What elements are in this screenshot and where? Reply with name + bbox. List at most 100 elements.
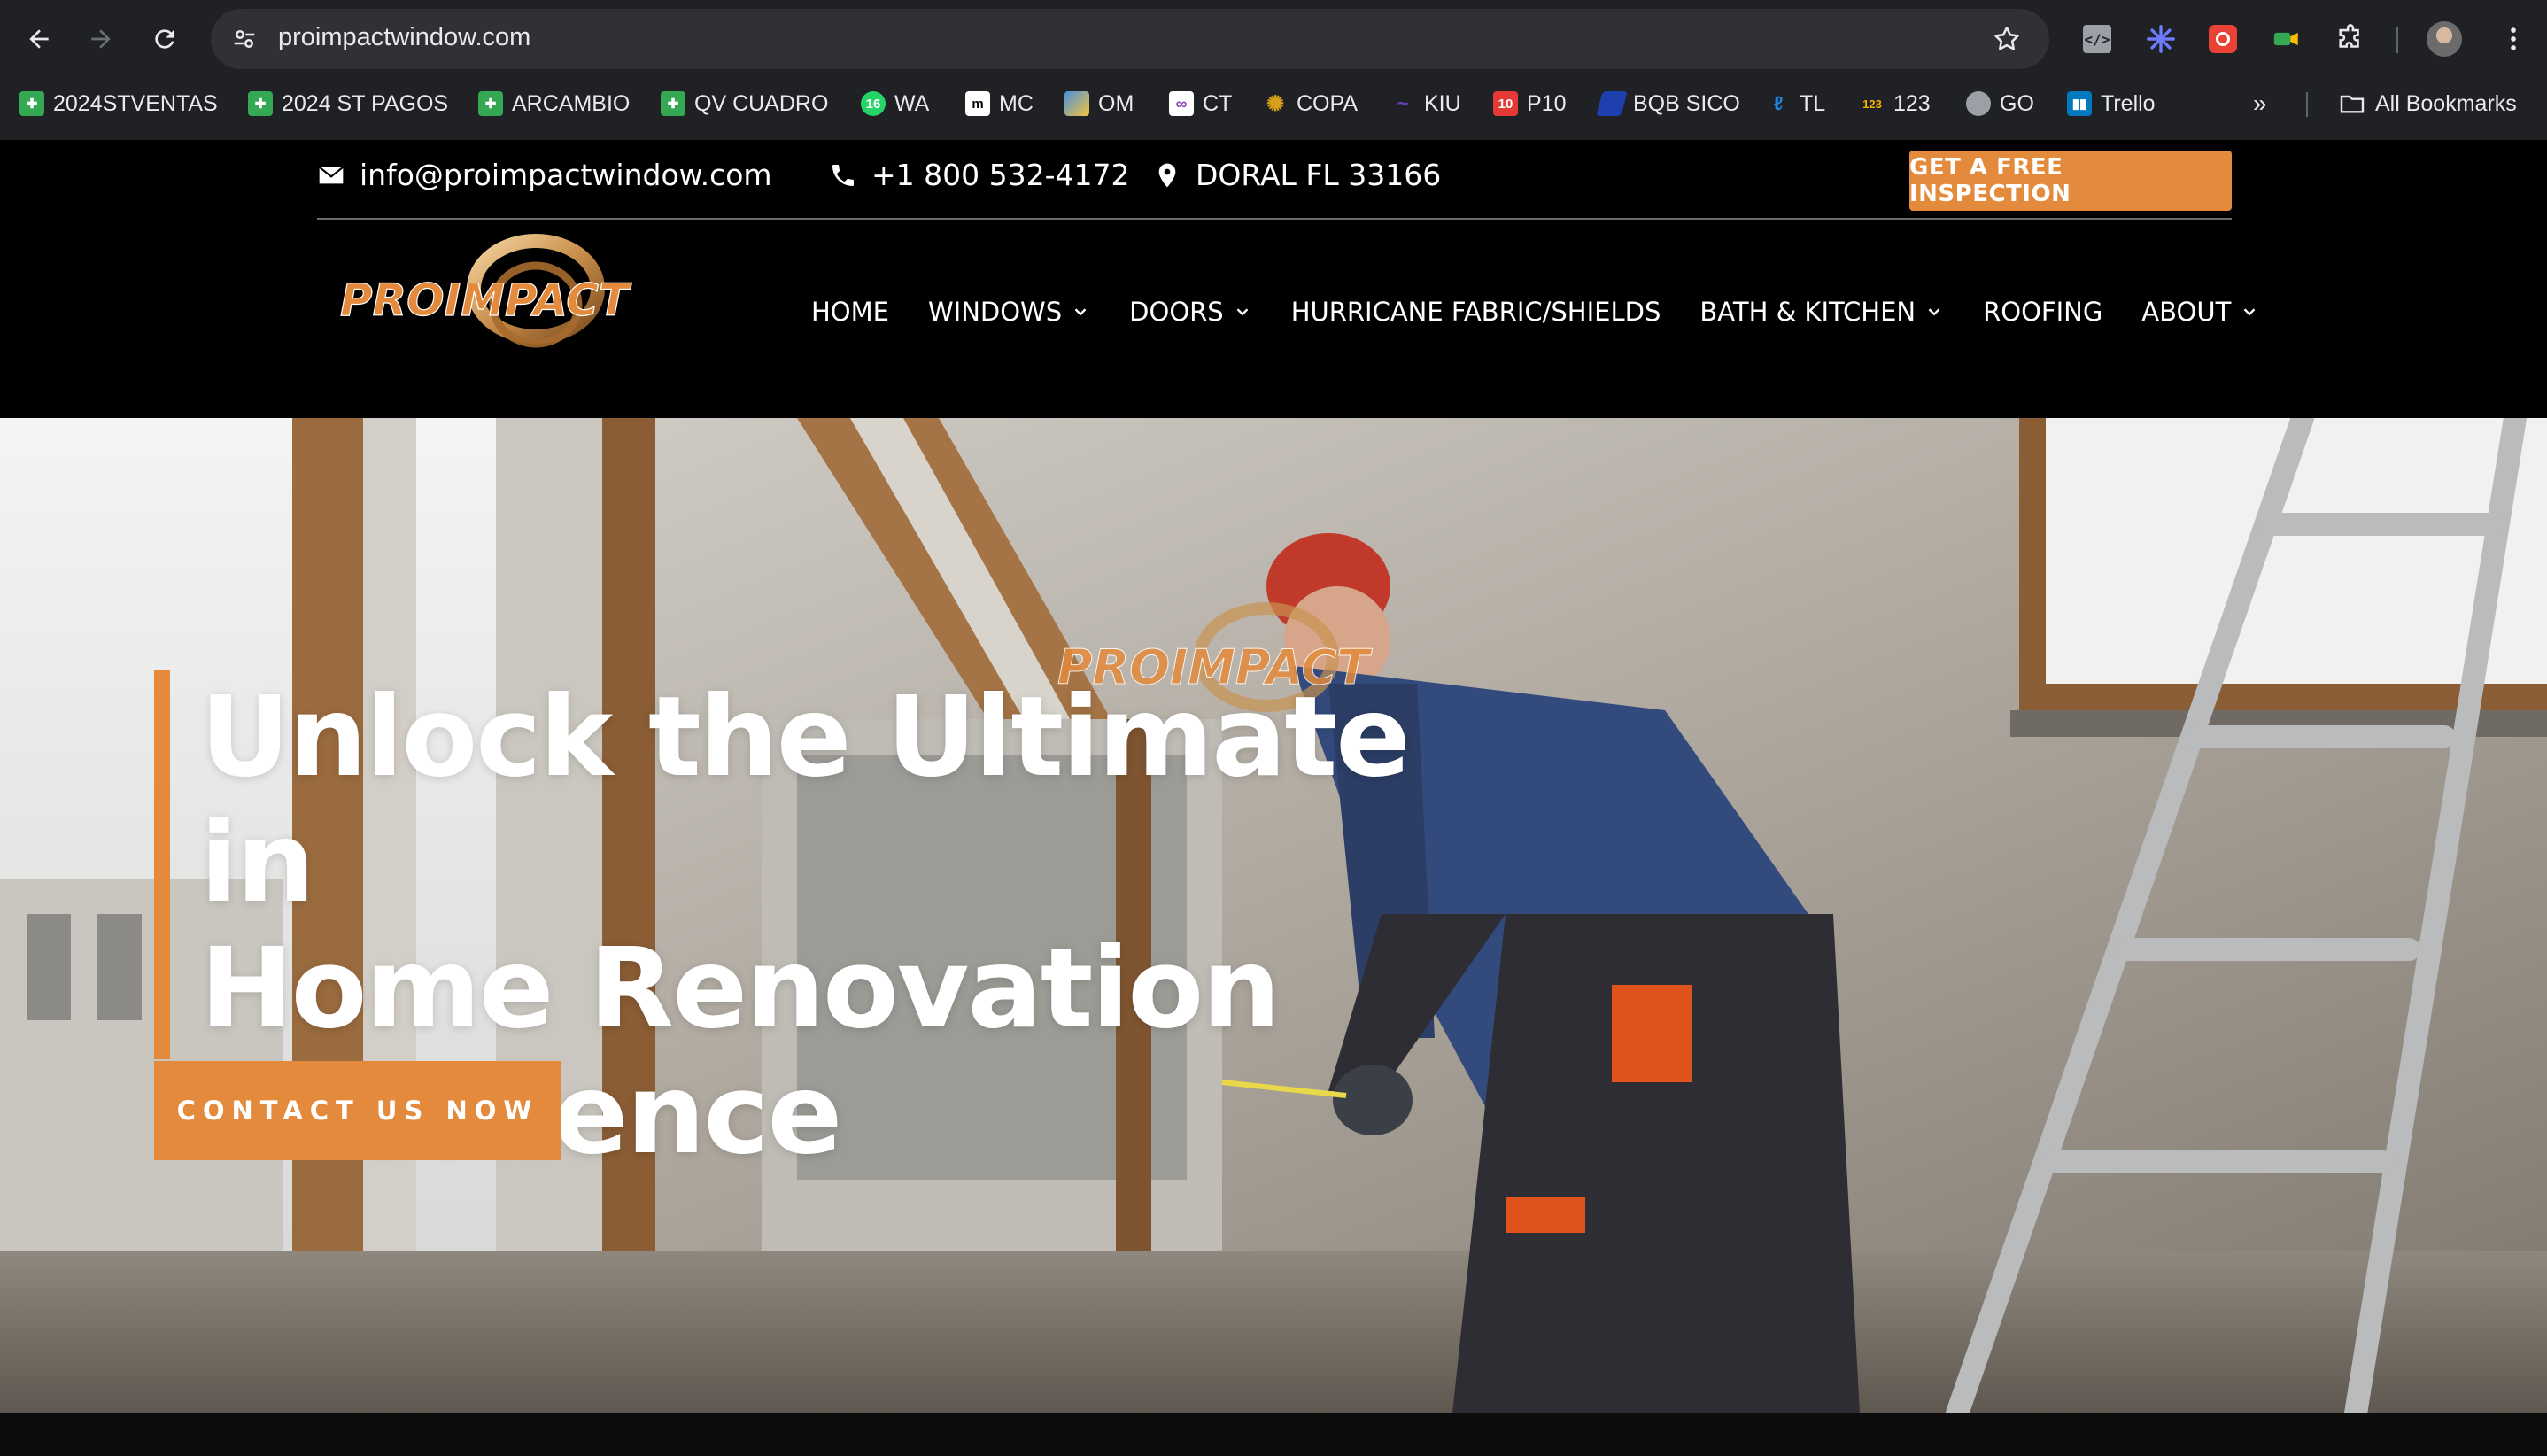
back-button[interactable]	[14, 14, 64, 64]
video-extension-icon[interactable]	[2265, 18, 2308, 60]
nav-label: ABOUT	[2141, 297, 2232, 327]
bookmark-om[interactable]: OM	[1064, 87, 1134, 120]
bookmark-qv-cuadro[interactable]: ✚ QV CUADRO	[661, 87, 828, 120]
bookmark-bqb-sico[interactable]: BQB SICO	[1596, 87, 1740, 120]
map-pin-icon	[1158, 163, 1176, 187]
nav-label: HOME	[811, 297, 889, 327]
chevron-down-icon	[1236, 308, 1249, 316]
phone-link[interactable]: +1 800 532-4172	[829, 158, 1130, 192]
bookmark-copa[interactable]: ✺ COPA	[1263, 87, 1358, 120]
bookmark-label: ARCAMBIO	[512, 90, 631, 116]
ct-icon: ∞	[1169, 91, 1194, 116]
code-extension-icon[interactable]: </>	[2076, 18, 2118, 60]
bookmark-tl[interactable]: ℓ TL	[1766, 87, 1826, 120]
bookmark-label: 2024 ST PAGOS	[282, 90, 449, 116]
nav-doors[interactable]: DOORS	[1129, 297, 1252, 327]
nav-label: DOORS	[1129, 297, 1224, 327]
tl-icon: ℓ	[1773, 92, 1784, 114]
sheets-icon: ✚	[248, 91, 273, 116]
toolbar-divider	[2396, 27, 2398, 53]
chevron-down-icon	[1928, 308, 1940, 316]
contact-bar: info@proimpactwindow.com +1 800 532-4172…	[317, 140, 2232, 220]
main-navigation: HOME WINDOWS DOORS HURRICANE FABRIC/SHIE…	[811, 285, 2298, 338]
123-icon: 123	[1862, 97, 1882, 111]
bookmark-arcambio[interactable]: ✚ ARCAMBIO	[478, 87, 630, 120]
reload-button[interactable]	[140, 14, 190, 64]
free-inspection-button[interactable]: GET A FREE INSPECTION	[1909, 151, 2232, 211]
bookmark-label: P10	[1527, 90, 1567, 116]
bookmark-go[interactable]: GO	[1966, 87, 2034, 120]
bookmark-label: TL	[1800, 90, 1826, 116]
bookmark-ct[interactable]: ∞ CT	[1169, 87, 1232, 120]
copa-icon: ✺	[1266, 91, 1285, 116]
hero-title-line: Unlock the Ultimate in	[200, 673, 1411, 927]
trello-icon: ▮▮	[2067, 91, 2092, 116]
nav-label: ROOFING	[1983, 297, 2103, 327]
bookmark-mc[interactable]: m MC	[965, 87, 1034, 120]
bookmark-label: BQB SICO	[1633, 90, 1740, 116]
nav-windows[interactable]: WINDOWS	[928, 297, 1090, 327]
all-bookmarks-button[interactable]: All Bookmarks	[2338, 87, 2517, 120]
hero-title-line: Home Renovation	[200, 925, 1281, 1053]
bookmark-wa[interactable]: 16 WA	[861, 87, 929, 120]
forward-button[interactable]	[76, 14, 126, 64]
location-link[interactable]: DORAL FL 33166	[1153, 158, 1441, 192]
email-text: info@proimpactwindow.com	[360, 158, 772, 192]
bookmark-2024-st-pagos[interactable]: ✚ 2024 ST PAGOS	[248, 87, 448, 120]
arrow-right-icon	[91, 29, 111, 49]
bookmark-label: MC	[999, 90, 1034, 116]
whatsapp-icon: 16	[861, 91, 886, 116]
title-accent-bar	[154, 670, 170, 1059]
bookmark-label: OM	[1098, 90, 1134, 116]
more-bookmarks-chevron-icon[interactable]: »	[2253, 87, 2267, 120]
url-text[interactable]: proimpactwindow.com	[278, 23, 530, 52]
asterisk-extension-icon[interactable]	[2140, 18, 2182, 60]
logo-text: PROIMPACT	[340, 275, 632, 326]
nav-about[interactable]: ABOUT	[2141, 297, 2259, 327]
bookmark-label: COPA	[1297, 90, 1358, 116]
bookmark-label: GO	[2000, 90, 2034, 116]
chevron-down-icon	[2243, 308, 2256, 316]
phone-text: +1 800 532-4172	[871, 158, 1130, 192]
bookmark-label: Trello	[2101, 90, 2156, 116]
bookmarks-divider	[2306, 92, 2308, 117]
nav-roofing[interactable]: ROOFING	[1983, 297, 2102, 327]
om-icon	[1064, 91, 1089, 116]
bookmark-star-icon[interactable]	[1989, 21, 2024, 57]
site-info-icon[interactable]	[227, 21, 262, 57]
contact-us-button[interactable]: CONTACT US NOW	[154, 1061, 561, 1160]
nav-hurricane-fabric-shields[interactable]: HURRICANE FABRIC/SHIELDS	[1291, 297, 1661, 327]
profile-avatar[interactable]	[2423, 18, 2466, 60]
bqb-icon	[1596, 91, 1628, 116]
reload-icon	[155, 29, 174, 49]
location-text: DORAL FL 33166	[1196, 158, 1442, 192]
bookmark-p10[interactable]: 10 P10	[1493, 87, 1566, 120]
proimpact-logo[interactable]: PROIMPACT	[337, 234, 726, 367]
nav-label: HURRICANE FABRIC/SHIELDS	[1290, 297, 1661, 327]
sheets-icon: ✚	[661, 91, 685, 116]
nav-bath-kitchen[interactable]: BATH & KITCHEN	[1699, 297, 1944, 327]
nav-home[interactable]: HOME	[811, 297, 889, 327]
all-bookmarks-label: All Bookmarks	[2375, 90, 2517, 116]
bookmark-2024stventas[interactable]: ✚ 2024STVENTAS	[19, 87, 218, 120]
browser-menu-icon[interactable]	[2492, 18, 2535, 60]
puzzle-extensions-icon[interactable]	[2329, 18, 2372, 60]
email-link[interactable]: info@proimpactwindow.com	[317, 158, 772, 192]
arrow-left-icon	[29, 29, 49, 49]
sheets-icon: ✚	[19, 91, 44, 116]
mc-icon: m	[965, 91, 990, 116]
page-bottom-strip	[0, 1413, 2547, 1456]
bookmark-label: 123	[1893, 90, 1931, 116]
record-extension-icon[interactable]	[2202, 18, 2244, 60]
browser-chrome: proimpactwindow.com </> ✚ 2024STVENTAS ✚ 2…	[0, 0, 2547, 140]
hero-section: PROIMPACT Unlock the Ultimate in Home Re…	[0, 418, 2547, 1413]
bookmark-trello[interactable]: ▮▮ Trello	[2067, 87, 2156, 120]
bookmark-123[interactable]: 123 123	[1860, 87, 1931, 120]
address-bar[interactable]: proimpactwindow.com	[211, 9, 2049, 69]
chevron-down-icon	[1074, 308, 1087, 316]
bookmark-kiu[interactable]: ~ KIU	[1390, 87, 1461, 120]
sheets-icon: ✚	[478, 91, 503, 116]
bookmark-label: CT	[1203, 90, 1233, 116]
bookmark-label: WA	[894, 90, 930, 116]
kiu-icon: ~	[1397, 92, 1409, 114]
